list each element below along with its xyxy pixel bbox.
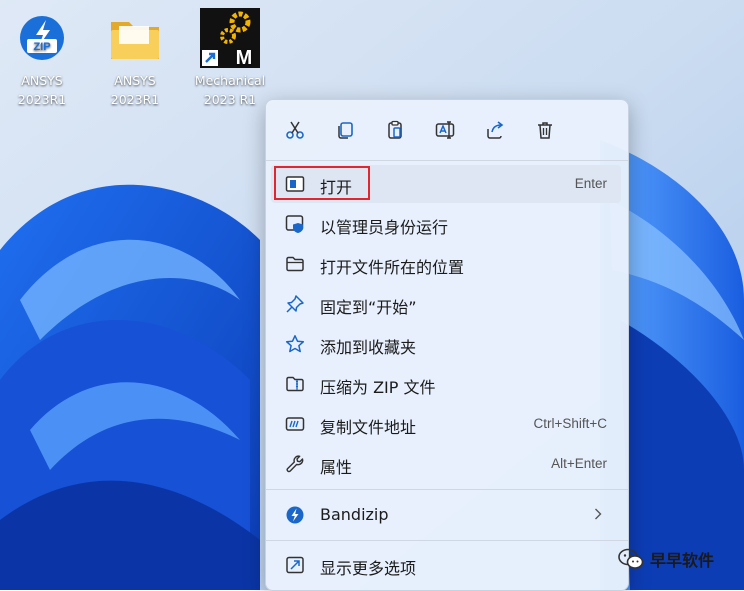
desktop-icon-label: 2023R1	[110, 92, 160, 107]
zip-archive-icon: ZIP	[12, 8, 72, 68]
paste-icon	[388, 120, 402, 139]
rename-icon	[435, 121, 455, 139]
menu-item-label: 打开	[320, 178, 353, 197]
desktop-icon-label: ANSYS	[21, 73, 63, 88]
desktop-icon-mechanical[interactable]: M Mechanical 2023 R1	[188, 8, 272, 109]
menu-item-shortcut: Alt+Enter	[551, 456, 607, 471]
copy-icon	[338, 122, 353, 139]
desktop-icon-ansys-zip[interactable]: ZIP ANSYS 2023R1	[0, 8, 84, 109]
menu-separator	[266, 160, 628, 161]
menu-separator	[266, 540, 628, 541]
menu-item-label: Bandizip	[320, 505, 389, 524]
menu-item-label: 属性	[320, 458, 353, 477]
pin-icon	[286, 295, 304, 313]
watermark-text: 早早软件	[650, 551, 715, 570]
bandizip-icon	[286, 506, 304, 524]
copy-path-icon	[285, 417, 305, 431]
svg-text:M: M	[236, 47, 253, 68]
menu-item-label: 以管理员身份运行	[320, 218, 449, 237]
cut-button[interactable]	[279, 114, 311, 146]
delete-button[interactable]	[529, 114, 561, 146]
desktop-icon-ansys-folder[interactable]: ANSYS 2023R1	[93, 8, 177, 109]
menu-item-open[interactable]: 打开 Enter	[271, 165, 621, 203]
svg-text:ZIP: ZIP	[33, 41, 50, 53]
menu-item-label: 复制文件地址	[320, 418, 417, 437]
menu-item-label: 添加到收藏夹	[320, 338, 417, 357]
wechat-icon	[618, 548, 644, 569]
menu-separator	[266, 489, 628, 490]
watermark: 早早软件	[618, 545, 738, 573]
menu-item-pin-to-start[interactable]: 固定到“开始”	[271, 285, 621, 323]
folder-outline-icon	[286, 256, 304, 272]
paste-button[interactable]	[379, 114, 411, 146]
context-menu-toolbar	[266, 100, 628, 160]
menu-item-label: 显示更多选项	[320, 559, 417, 578]
menu-item-open-file-location[interactable]: 打开文件所在的位置	[271, 245, 621, 283]
menu-item-run-as-admin[interactable]: 以管理员身份运行	[271, 205, 621, 243]
menu-item-shortcut: Enter	[574, 176, 607, 191]
menu-item-shortcut: Ctrl+Shift+C	[533, 416, 607, 431]
share-button[interactable]	[479, 114, 511, 146]
show-more-icon	[286, 556, 304, 574]
menu-item-label: 打开文件所在的位置	[320, 258, 465, 277]
rename-button[interactable]	[429, 114, 461, 146]
menu-item-add-to-favorites[interactable]: 添加到收藏夹	[271, 325, 621, 363]
desktop-icon-label: 2023R1	[17, 92, 67, 107]
chevron-right-icon	[595, 508, 602, 520]
zip-folder-icon	[286, 376, 304, 392]
trash-icon	[538, 122, 552, 139]
folder-icon	[105, 8, 165, 68]
menu-item-bandizip[interactable]: Bandizip	[271, 496, 621, 534]
open-window-icon	[285, 176, 305, 192]
desktop-icon-label: Mechanical	[194, 73, 266, 88]
desktop-icon-label: 2023 R1	[203, 92, 257, 107]
menu-item-label: 压缩为 ZIP 文件	[320, 378, 436, 397]
menu-item-compress-zip[interactable]: 压缩为 ZIP 文件	[271, 365, 621, 403]
menu-item-show-more-options[interactable]: 显示更多选项	[271, 546, 621, 584]
wrench-icon	[286, 455, 304, 473]
menu-item-label: 固定到“开始”	[320, 298, 417, 317]
shield-window-icon	[285, 215, 304, 233]
menu-item-properties[interactable]: 属性 Alt+Enter	[271, 445, 621, 483]
share-icon	[487, 121, 504, 139]
scissors-icon	[286, 121, 304, 139]
star-icon	[285, 335, 305, 353]
copy-button[interactable]	[329, 114, 361, 146]
context-menu: 打开 Enter 以管理员身份运行 打开文件所在的位置 固定到“开始” 添加到收…	[265, 99, 629, 591]
mechanical-shortcut-icon: M	[200, 8, 260, 69]
menu-item-copy-path[interactable]: 复制文件地址 Ctrl+Shift+C	[271, 405, 621, 443]
desktop-icon-label: ANSYS	[114, 73, 156, 88]
